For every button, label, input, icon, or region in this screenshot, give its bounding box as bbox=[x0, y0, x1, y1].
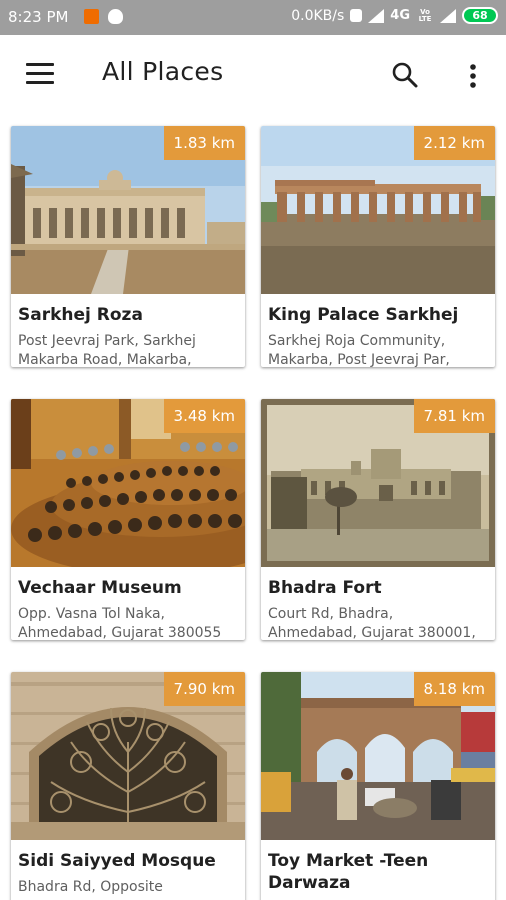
place-name: Bhadra Fort bbox=[268, 578, 382, 598]
place-photo: 2.12 km bbox=[261, 126, 495, 294]
more-vert-icon[interactable] bbox=[463, 62, 483, 90]
distance-badge: 8.18 km bbox=[413, 672, 495, 706]
notification-android-icon bbox=[108, 9, 123, 24]
place-address: Opp. Vasna Tol Naka, Ahmedabad, Gujarat … bbox=[18, 605, 242, 640]
place-card[interactable]: 1.83 km Sarkhej Roza Post Jeevraj Park, … bbox=[11, 126, 245, 367]
place-card[interactable]: 7.81 km Bhadra Fort Court Rd, Bhadra, Ah… bbox=[261, 399, 495, 640]
place-name: Vechaar Museum bbox=[18, 578, 182, 598]
place-address-line2: Makarba, Post Jeevraj Par, bbox=[268, 352, 450, 367]
place-photo: 3.48 km bbox=[11, 399, 245, 567]
volte-label: Vo LTE bbox=[418, 7, 432, 23]
place-card[interactable]: 8.18 km Toy Market -Teen Darwaza bbox=[261, 672, 495, 900]
place-card[interactable]: 7.90 km Sidi Saiyyed Mosque Bhadra Rd, O… bbox=[11, 672, 245, 900]
place-photo: 7.81 km bbox=[261, 399, 495, 567]
distance-badge: 1.83 km bbox=[163, 126, 245, 160]
places-grid: 1.83 km Sarkhej Roza Post Jeevraj Park, … bbox=[0, 113, 506, 900]
distance-badge: 7.81 km bbox=[413, 399, 495, 433]
place-address-line2: Ahmedabad, Gujarat 380055 bbox=[18, 625, 222, 640]
place-address-line1: Post Jeevraj Park, Sarkhej bbox=[18, 333, 196, 349]
place-card[interactable]: 2.12 km King Palace Sarkhej Sarkhej Roja… bbox=[261, 126, 495, 367]
battery-icon: 68 bbox=[462, 7, 498, 24]
distance-badge: 2.12 km bbox=[413, 126, 495, 160]
distance-badge: 7.90 km bbox=[163, 672, 245, 706]
distance-badge: 3.48 km bbox=[163, 399, 245, 433]
place-address-line1: Sarkhej Roja Community, bbox=[268, 333, 446, 349]
place-address: Bhadra Rd, Opposite bbox=[18, 878, 242, 897]
place-name: King Palace Sarkhej bbox=[268, 305, 459, 325]
place-address-line1: Opp. Vasna Tol Naka, bbox=[18, 606, 165, 622]
alarm-icon bbox=[350, 9, 363, 22]
hamburger-menu-icon[interactable] bbox=[26, 63, 54, 85]
place-name: Toy Market -Teen Darwaza bbox=[268, 851, 429, 893]
page-title: All Places bbox=[102, 57, 224, 86]
place-address: Court Rd, Bhadra, Ahmedabad, Gujarat 380… bbox=[268, 605, 492, 640]
place-photo: 8.18 km bbox=[261, 672, 495, 840]
network-speed: 0.0KB/s bbox=[291, 7, 345, 24]
place-photo: 7.90 km bbox=[11, 672, 245, 840]
place-address-line2: Ahmedabad, Gujarat 380001, bbox=[268, 625, 476, 640]
place-card[interactable]: 3.48 km Vechaar Museum Opp. Vasna Tol Na… bbox=[11, 399, 245, 640]
place-address: Sarkhej Roja Community, Makarba, Post Je… bbox=[268, 332, 492, 367]
place-address-line1: Bhadra Rd, Opposite bbox=[18, 879, 163, 895]
place-address: Post Jeevraj Park, Sarkhej Makarba Road,… bbox=[18, 332, 242, 367]
app-bar: All Places bbox=[0, 35, 506, 113]
notification-app-icon bbox=[84, 9, 99, 24]
status-right-cluster: 0.0KB/s 4G Vo LTE 68 bbox=[291, 7, 498, 24]
place-photo: 1.83 km bbox=[11, 126, 245, 294]
place-address-line1: Court Rd, Bhadra, bbox=[268, 606, 394, 622]
place-name: Sidi Saiyyed Mosque bbox=[18, 851, 216, 871]
place-address-line2: Makarba Road, Makarba, bbox=[18, 352, 192, 367]
signal-icon bbox=[368, 8, 385, 23]
status-time: 8:23 PM bbox=[8, 8, 69, 26]
status-bar: 8:23 PM 0.0KB/s 4G Vo LTE 68 bbox=[0, 0, 506, 35]
search-icon[interactable] bbox=[391, 61, 419, 89]
network-type: 4G bbox=[390, 8, 410, 23]
place-name: Sarkhej Roza bbox=[18, 305, 143, 325]
signal-icon-2 bbox=[440, 8, 456, 23]
